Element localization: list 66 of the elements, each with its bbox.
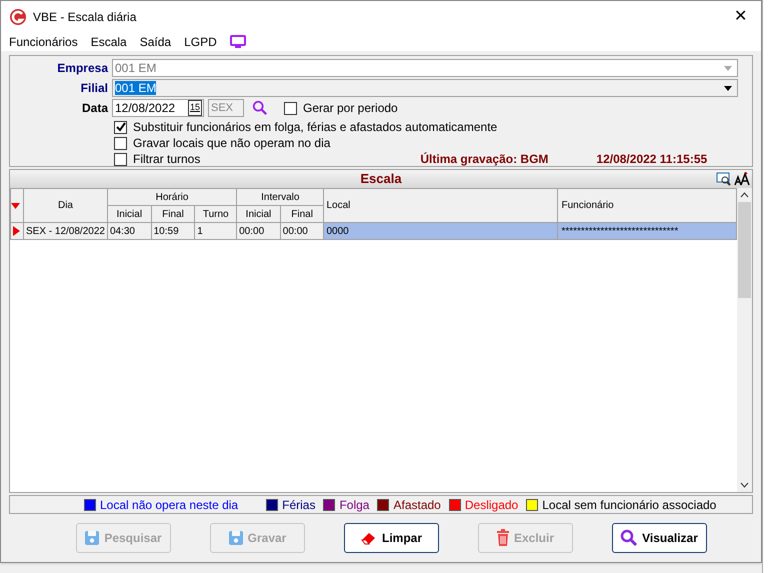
search-icon[interactable] — [252, 100, 268, 116]
trash-icon — [496, 529, 510, 547]
last-save-label: Última gravação: BGM — [420, 152, 548, 166]
search-icon — [620, 529, 638, 547]
legend-label: Desligado — [464, 496, 518, 514]
checkbox[interactable] — [114, 152, 127, 166]
table-row[interactable]: SEX - 12/08/2022 04:30 10:59 1 00:00 00:00 0000 ****************************** — [10, 222, 736, 240]
dropdown-value: 001 EM — [114, 60, 158, 77]
scrollbar-thumb[interactable] — [738, 202, 751, 298]
action-button[interactable]: Visualizar — [612, 523, 706, 553]
column-header[interactable]: Funcionário — [558, 188, 736, 222]
checkbox-label: Filtrar turnos — [133, 152, 200, 166]
table-cell: 04:30 — [107, 222, 152, 240]
checkbox[interactable] — [114, 120, 127, 134]
font-size-icon[interactable] — [734, 172, 750, 186]
column-header[interactable]: Inicial — [236, 206, 280, 222]
menu-item[interactable]: Funcionários — [9, 33, 78, 51]
checkbox[interactable] — [284, 102, 297, 114]
table-cell: 1 — [194, 222, 237, 240]
field-label: Filial — [80, 80, 108, 97]
column-header[interactable]: Turno — [194, 206, 237, 222]
eraser-icon — [360, 530, 378, 546]
table-cell: ****************************** — [558, 222, 736, 240]
menu-item[interactable]: Escala — [90, 33, 127, 51]
close-button[interactable]: ✕ — [728, 5, 753, 29]
zoom-grid-icon[interactable] — [716, 172, 732, 186]
checkbox-label: Gravar locais que não operam no dia — [133, 136, 330, 150]
weekday-field: SEX — [208, 99, 244, 117]
dropdown-field[interactable]: 001 EM — [112, 79, 738, 97]
table-cell: 10:59 — [151, 222, 195, 240]
sort-arrow-icon — [11, 202, 20, 208]
menu-item[interactable]: Saída — [140, 33, 172, 51]
column-header[interactable]: Intervalo — [236, 188, 324, 206]
vertical-scrollbar[interactable] — [737, 188, 752, 492]
column-header[interactable]: Local — [324, 188, 558, 222]
table-cell: SEX - 12/08/2022 — [24, 222, 108, 240]
grid-title: Escala — [360, 170, 402, 188]
checkbox[interactable] — [114, 136, 127, 150]
dropdown-value: 001 EM — [114, 80, 158, 97]
last-save-time: 12/08/2022 11:15:55 — [596, 152, 708, 166]
table-cell: 00:00 — [280, 222, 324, 240]
column-header[interactable]: Horário — [107, 188, 237, 206]
column-header[interactable]: Dia — [24, 188, 108, 222]
legend-label: Férias — [282, 496, 316, 514]
field-label: Data — [80, 100, 108, 117]
monitor-icon[interactable] — [230, 35, 246, 49]
date-field[interactable]: 12/08/2022 15 — [112, 99, 204, 117]
action-button[interactable]: Limpar — [344, 523, 438, 553]
column-header[interactable]: Final — [280, 206, 324, 222]
date-value: 12/08/2022 — [114, 100, 176, 117]
column-header[interactable]: Inicial — [107, 206, 152, 222]
legend-label: Local sem funcionário associado — [542, 496, 716, 514]
window-title: VBE - Escala diária — [33, 9, 136, 26]
row-pointer-icon — [13, 226, 20, 236]
column-header[interactable]: Final — [151, 206, 195, 222]
checkbox-label: Substituir funcionários em folga, férias e afastados automaticamente — [133, 120, 498, 134]
calendar-button[interactable]: 15 — [188, 100, 202, 116]
table-cell: 0000 — [324, 222, 558, 240]
field-label: Empresa — [56, 60, 108, 77]
legend-label: Afastado — [393, 496, 441, 514]
menu-item[interactable]: LGPD — [184, 33, 217, 51]
checkbox-label: Gerar por periodo — [303, 101, 398, 115]
legend-label: Folga — [339, 496, 370, 514]
table-cell: 00:00 — [236, 222, 280, 240]
app-logo-icon — [9, 8, 27, 26]
legend-label: Local não opera neste dia — [100, 496, 238, 514]
